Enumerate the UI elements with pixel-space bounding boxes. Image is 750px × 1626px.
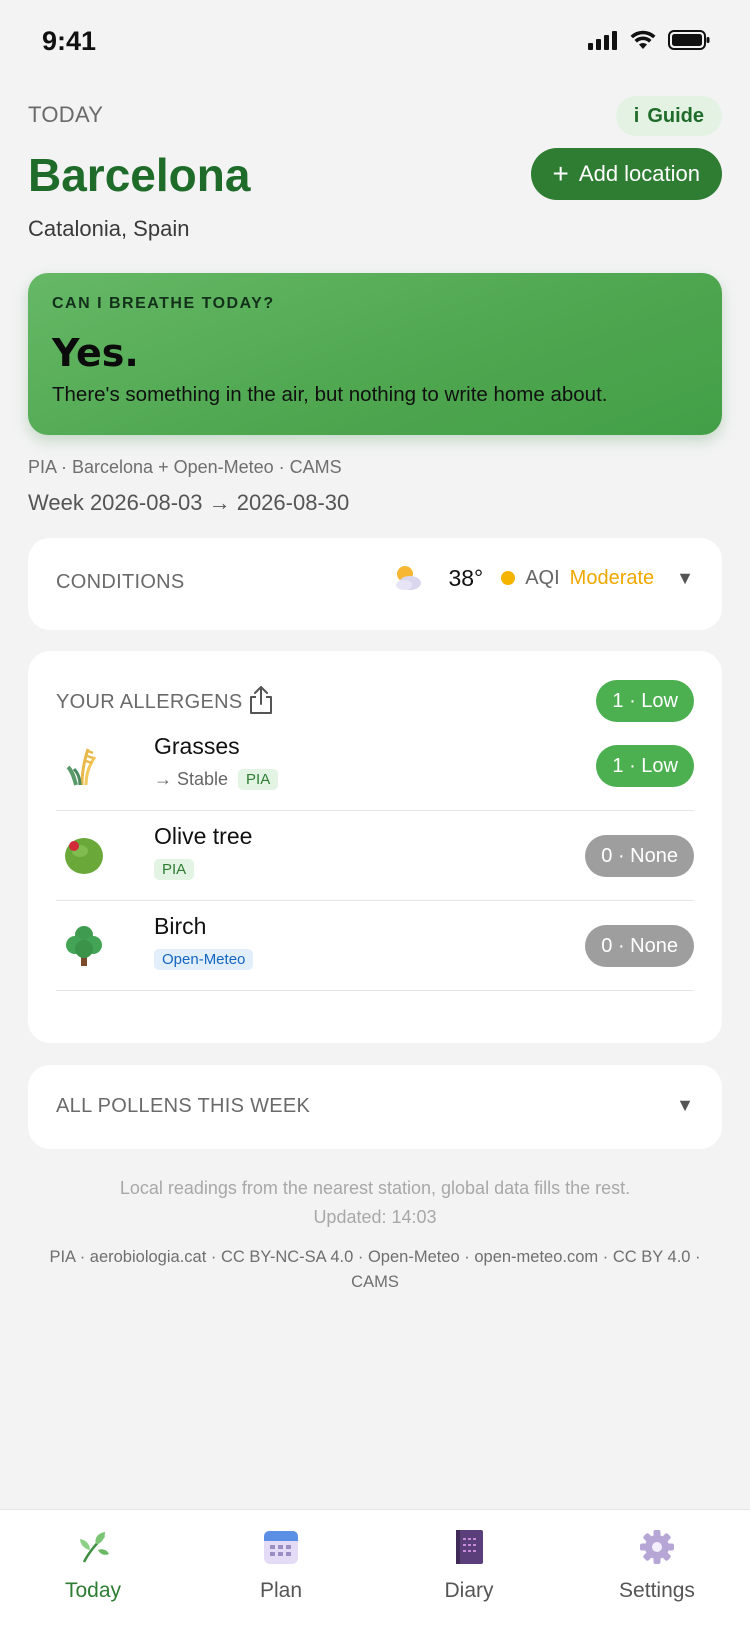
- tab-label: Plan: [259, 1579, 303, 1602]
- all-pollens-card[interactable]: ALL POLLENS THIS WEEK ▼: [28, 1065, 722, 1149]
- allergen-name: Birch: [154, 913, 207, 939]
- allergen-name: Grasses: [154, 733, 240, 759]
- conditions-title: CONDITIONS: [56, 571, 185, 593]
- tree-icon: [66, 926, 102, 966]
- city-name: Barcelona: [28, 149, 251, 201]
- chevron-down-icon[interactable]: ▼: [676, 568, 694, 589]
- info-icon: i: [633, 104, 640, 127]
- breathe-message: There's something in the air, but nothin…: [52, 383, 608, 406]
- share-icon[interactable]: [248, 685, 274, 715]
- allergen-meta: → Stable PIA: [154, 769, 279, 790]
- plus-icon: +: [552, 158, 569, 189]
- allergen-row-grasses[interactable]: Grasses → Stable PIA 1 · Low: [56, 721, 694, 811]
- sprout-icon: [80, 1532, 109, 1563]
- grass-icon: [66, 748, 97, 786]
- wifi-icon: [630, 30, 656, 49]
- allergens-title: YOUR ALLERGENS: [56, 691, 243, 713]
- status-icons: [588, 30, 710, 50]
- aqi-label: AQI: [525, 566, 560, 589]
- calendar-icon: [264, 1531, 298, 1564]
- today-label: TODAY: [28, 102, 104, 127]
- source-tag: PIA: [154, 859, 195, 880]
- temperature: 38°: [448, 564, 484, 591]
- tab-label: Diary: [444, 1579, 494, 1602]
- breathe-answer: Yes.: [52, 331, 139, 375]
- battery-icon: [668, 30, 710, 50]
- tab-settings[interactable]: Settings: [582, 1528, 732, 1603]
- allergen-meta: Open-Meteo: [154, 949, 254, 970]
- week-range: Week 2026-08-03 → 2026-08-30: [28, 490, 350, 515]
- add-location-button[interactable]: + Add location: [530, 148, 722, 200]
- olive-icon: [65, 838, 103, 874]
- updated-time: Updated: 14:03: [313, 1207, 437, 1227]
- tab-plan[interactable]: Plan: [206, 1528, 356, 1603]
- location-header: TODAY Barcelona Catalonia, Spain i Guide…: [28, 96, 722, 246]
- guide-label: Guide: [647, 104, 704, 127]
- tab-bar: Today Plan Diary Settings: [0, 1509, 750, 1626]
- allergen-meta: PIA: [154, 859, 195, 880]
- aqi-value: Moderate: [569, 566, 655, 589]
- aqi-dot: [501, 571, 516, 585]
- status-bar: 9:41: [0, 0, 750, 84]
- partly-cloudy-icon: [396, 566, 422, 590]
- allergens-summary-badge: 1 · Low: [596, 680, 694, 722]
- chevron-down-icon[interactable]: ▼: [676, 1095, 694, 1116]
- tab-diary[interactable]: Diary: [394, 1528, 544, 1603]
- conditions-card[interactable]: CONDITIONS 38° AQI Moderate ▼: [28, 538, 722, 630]
- tab-today[interactable]: Today: [18, 1528, 168, 1603]
- conditions-summary: 38° AQI Moderate ▼: [392, 562, 694, 594]
- notebook-icon: [456, 1530, 483, 1564]
- level-badge: 0 · None: [585, 925, 694, 967]
- guide-button[interactable]: i Guide: [615, 96, 722, 136]
- allergen-row-olive-tree[interactable]: Olive tree PIA 0 · None: [56, 811, 694, 901]
- allergens-card: YOUR ALLERGENS 1 · Low Grasses → Stable …: [28, 651, 722, 1043]
- level-badge: 1 · Low: [596, 745, 694, 787]
- source-tag: Open-Meteo: [154, 949, 254, 970]
- add-location-label: Add location: [578, 161, 700, 186]
- credits: PIA · aerobiologia.cat · CC BY-NC-SA 4.0…: [49, 1248, 701, 1291]
- allergen-row-birch[interactable]: Birch Open-Meteo 0 · None: [56, 901, 694, 991]
- level-badge: 0 · None: [585, 835, 694, 877]
- tab-label: Today: [64, 1579, 122, 1602]
- breathe-card: CAN I BREATHE TODAY? Yes. There's someth…: [28, 273, 722, 435]
- status-time: 9:41: [42, 26, 97, 56]
- gear-icon: [640, 1530, 674, 1564]
- trend-label: → Stable: [154, 769, 229, 789]
- data-sources: PIA · Barcelona + Open-Meteo · CAMS: [28, 457, 342, 477]
- allergen-name: Olive tree: [154, 823, 253, 849]
- all-pollens-title: ALL POLLENS THIS WEEK: [56, 1095, 311, 1117]
- cellular-signal-icon: [588, 31, 617, 50]
- source-tag: PIA: [238, 769, 279, 790]
- region-name: Catalonia, Spain: [28, 216, 190, 241]
- breathe-question: CAN I BREATHE TODAY?: [52, 295, 275, 312]
- footer-note: Local readings from the nearest station,…: [119, 1178, 631, 1198]
- tab-label: Settings: [619, 1579, 695, 1602]
